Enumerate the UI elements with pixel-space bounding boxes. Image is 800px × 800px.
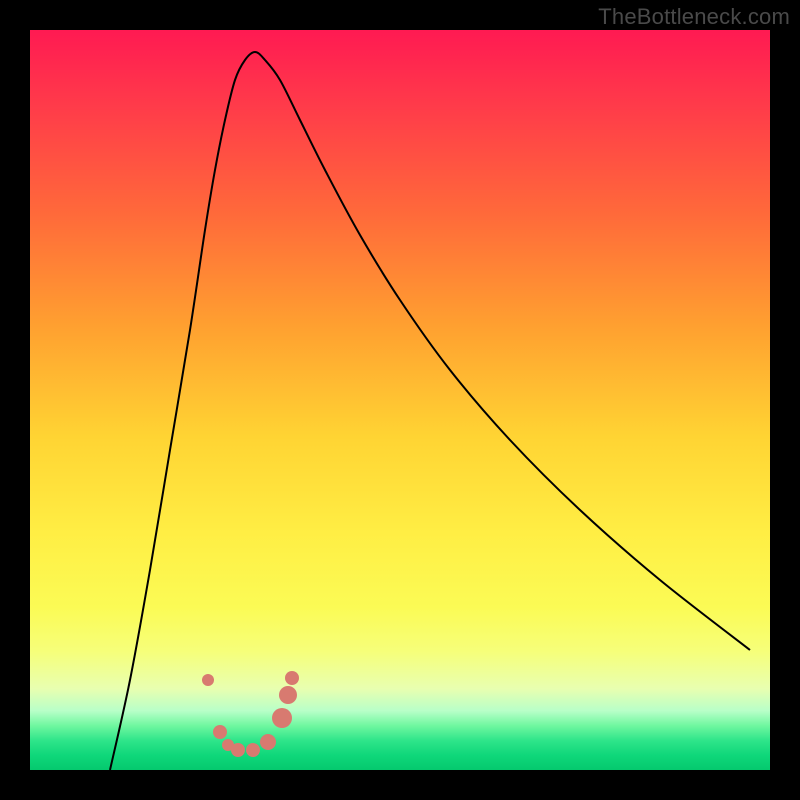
curve-marker-5 — [260, 734, 276, 750]
curve-marker-6 — [272, 708, 292, 728]
bottleneck-curve-path — [110, 52, 750, 770]
chart-frame: TheBottleneck.com — [0, 0, 800, 800]
curve-marker-8 — [285, 671, 299, 685]
curve-markers — [202, 671, 299, 757]
curve-marker-0 — [202, 674, 214, 686]
bottleneck-curve — [110, 52, 750, 770]
curve-svg — [30, 30, 770, 770]
plot-area — [30, 30, 770, 770]
curve-marker-3 — [231, 743, 245, 757]
curve-marker-7 — [279, 686, 297, 704]
curve-marker-1 — [213, 725, 227, 739]
watermark-text: TheBottleneck.com — [598, 4, 790, 30]
curve-marker-4 — [246, 743, 260, 757]
